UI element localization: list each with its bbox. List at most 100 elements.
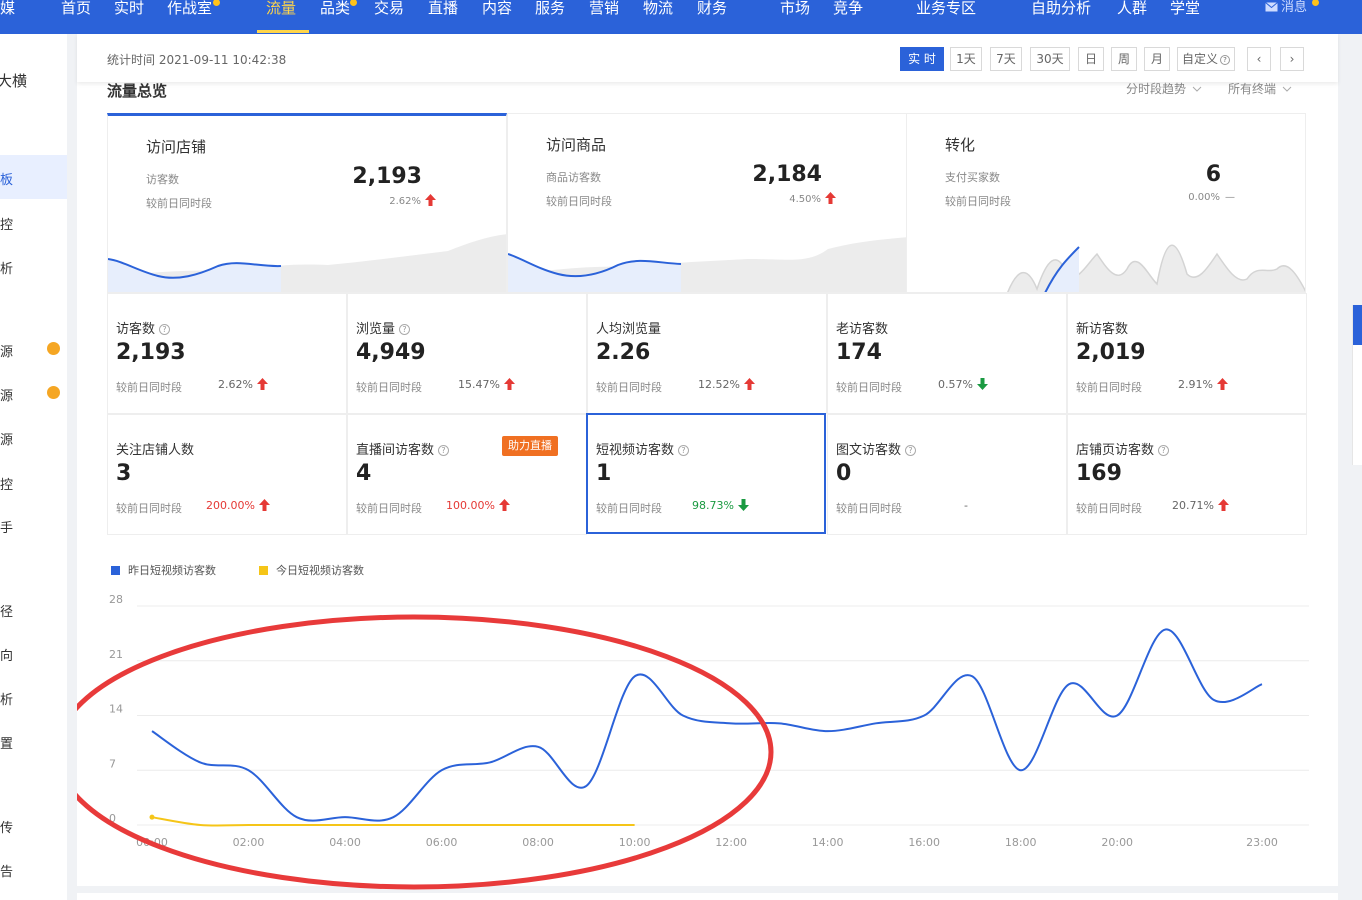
sidebar-item[interactable]: 控 (0, 474, 13, 493)
sidebar-item[interactable]: 析 (0, 258, 13, 277)
metric-store-followers[interactable]: 关注店铺人数 3 较前日同时段 200.00% (107, 414, 347, 535)
nav-item-service[interactable]: 服务 (535, 0, 565, 34)
card-pct: 4.50% (789, 192, 836, 205)
metric-store-page-visitors[interactable]: 店铺页访客数? 169 较前日同时段 20.71% (1067, 414, 1307, 535)
nav-item-academy[interactable]: 学堂 (1170, 0, 1200, 34)
sparkline-store (108, 234, 506, 292)
sidebar-item-active[interactable]: 板 (0, 169, 13, 188)
nav-item-home[interactable]: 首页 (61, 0, 91, 34)
sidebar-item[interactable]: 源 (0, 341, 13, 360)
sidebar-item[interactable]: 传 (0, 817, 13, 836)
range-7day-button[interactable]: 7天 (990, 47, 1022, 71)
summary-card-store[interactable]: 访问店铺 访客数 较前日同时段 2,193 2.62% (107, 113, 507, 293)
sidebar-item[interactable]: 告 (0, 861, 13, 880)
nav-item-finance[interactable]: 财务 (697, 0, 727, 34)
terminal-dropdown[interactable]: 所有终端 (1228, 80, 1292, 97)
arrow-up-icon (1217, 499, 1229, 511)
nav-item-partial[interactable]: 媒 (0, 0, 15, 34)
metric-pct: 15.47% (458, 378, 515, 391)
range-custom-label: 自定义 (1181, 52, 1218, 66)
x-tick-label: 14:00 (812, 836, 844, 849)
legend-item-today[interactable]: 今日短视频访客数 (259, 562, 364, 578)
sidebar-item[interactable]: 手 (0, 517, 13, 536)
nav-item-logistics[interactable]: 物流 (643, 0, 673, 34)
sidebar-item[interactable]: 源 (0, 385, 13, 404)
sidebar-item[interactable]: 大横 (0, 70, 27, 91)
nav-item-crowd[interactable]: 人群 (1117, 0, 1147, 34)
metric-pageviews[interactable]: 浏览量? 4,949 较前日同时段 15.47% (347, 293, 587, 414)
boost-live-badge[interactable]: 助力直播 (502, 436, 558, 456)
range-month-button[interactable]: 月 (1144, 47, 1170, 71)
metric-returning-visitors[interactable]: 老访客数 174 较前日同时段 0.57% (827, 293, 1067, 414)
summary-card-product[interactable]: 访问商品 商品访客数 较前日同时段 2,184 4.50% (507, 113, 907, 293)
metric-value: 3 (116, 461, 132, 486)
summary-card-conversion[interactable]: 转化 支付买家数 较前日同时段 6 0.00% — (906, 113, 1306, 293)
x-tick-label: 10:00 (619, 836, 651, 849)
metric-value: 174 (836, 340, 882, 365)
next-arrow-button[interactable]: › (1280, 47, 1304, 71)
range-1day-button[interactable]: 1天 (950, 47, 982, 71)
range-week-button[interactable]: 周 (1111, 47, 1137, 71)
metric-value: 2,193 (116, 340, 186, 365)
nav-item-business-zone[interactable]: 业务专区 (916, 0, 976, 34)
y-tick-label: 7 (109, 757, 116, 770)
messages-label: 消息 (1281, 0, 1308, 15)
top-nav: 媒 首页 实时 作战室 流量 品类 交易 直播 内容 服务 营销 物流 财务 市… (0, 0, 1362, 34)
sidebar-item[interactable]: 向 (0, 645, 13, 664)
sidebar-item[interactable]: 径 (0, 601, 13, 620)
metric-short-video-visitors[interactable]: 短视频访客数? 1 较前日同时段 98.73% (586, 413, 826, 534)
help-icon: ? (159, 324, 171, 335)
trend-dropdown-label: 分时段趋势 (1126, 82, 1187, 96)
metric-label: 新访客数 (1076, 322, 1129, 337)
stat-time: 统计时间 2021-09-11 10:42:38 (107, 53, 287, 67)
sidebar-item[interactable]: 析 (0, 689, 13, 708)
arrow-up-icon (425, 194, 436, 206)
range-30day-button[interactable]: 30天 (1030, 47, 1070, 71)
range-custom-button[interactable]: 自定义? (1177, 47, 1235, 71)
legend-swatch (111, 566, 120, 575)
nav-item-realtime[interactable]: 实时 (114, 0, 144, 34)
card-pct: 0.00% — (1188, 192, 1235, 203)
nav-item-self-analysis[interactable]: 自助分析 (1031, 0, 1091, 34)
right-float-widget[interactable] (1352, 305, 1362, 465)
nav-item-competition[interactable]: 竞争 (833, 0, 863, 34)
range-day-button[interactable]: 日 (1078, 47, 1104, 71)
series-point (149, 814, 155, 820)
prev-arrow-button[interactable]: ‹ (1247, 47, 1271, 71)
help-icon: ? (438, 445, 450, 456)
right-float-tab[interactable] (1353, 305, 1362, 345)
nav-item-category[interactable]: 品类 (320, 0, 350, 34)
metric-avg-pageviews[interactable]: 人均浏览量 2.26 较前日同时段 12.52% (587, 293, 827, 414)
metric-live-visitors[interactable]: 直播间访客数? 助力直播 4 较前日同时段 100.00% (347, 414, 587, 535)
metric-new-visitors[interactable]: 新访客数 2,019 较前日同时段 2.91% (1067, 293, 1307, 414)
metric-visitors[interactable]: 访客数? 2,193 较前日同时段 2.62% (107, 293, 347, 414)
arrow-up-icon (258, 499, 270, 511)
messages-link[interactable]: 消息 (1265, 0, 1307, 16)
nav-item-trade[interactable]: 交易 (374, 0, 404, 34)
sidebar-item[interactable]: 控 (0, 214, 13, 233)
arrow-down-icon (737, 499, 749, 511)
x-tick-label: 20:00 (1101, 836, 1133, 849)
metric-article-visitors[interactable]: 图文访客数? 0 较前日同时段 - (827, 414, 1067, 535)
card-sub-label: 支付买家数 (945, 171, 1000, 184)
nav-item-war-room[interactable]: 作战室 (167, 0, 212, 34)
x-tick-label: 16:00 (908, 836, 940, 849)
trend-dropdown[interactable]: 分时段趋势 (1126, 80, 1202, 97)
metric-value: 169 (1076, 461, 1122, 486)
nav-item-traffic[interactable]: 流量 (266, 0, 296, 34)
nav-item-market[interactable]: 市场 (780, 0, 810, 34)
metric-compare-label: 较前日同时段 (116, 381, 182, 394)
metric-compare-label: 较前日同时段 (356, 502, 422, 515)
metric-label: 浏览量? (356, 318, 411, 337)
legend-item-yesterday[interactable]: 昨日短视频访客数 (111, 562, 216, 578)
range-realtime-button[interactable]: 实 时 (900, 47, 944, 71)
nav-item-content[interactable]: 内容 (482, 0, 512, 34)
nav-item-live[interactable]: 直播 (428, 0, 458, 34)
sidebar-item[interactable]: 源 (0, 429, 13, 448)
legend-swatch (259, 566, 268, 575)
card-title: 访问店铺 (146, 138, 207, 156)
sidebar-item[interactable]: 置 (0, 733, 13, 752)
help-icon: ? (1158, 445, 1170, 456)
metric-pct: 2.62% (218, 378, 268, 391)
nav-item-marketing[interactable]: 营销 (589, 0, 619, 34)
